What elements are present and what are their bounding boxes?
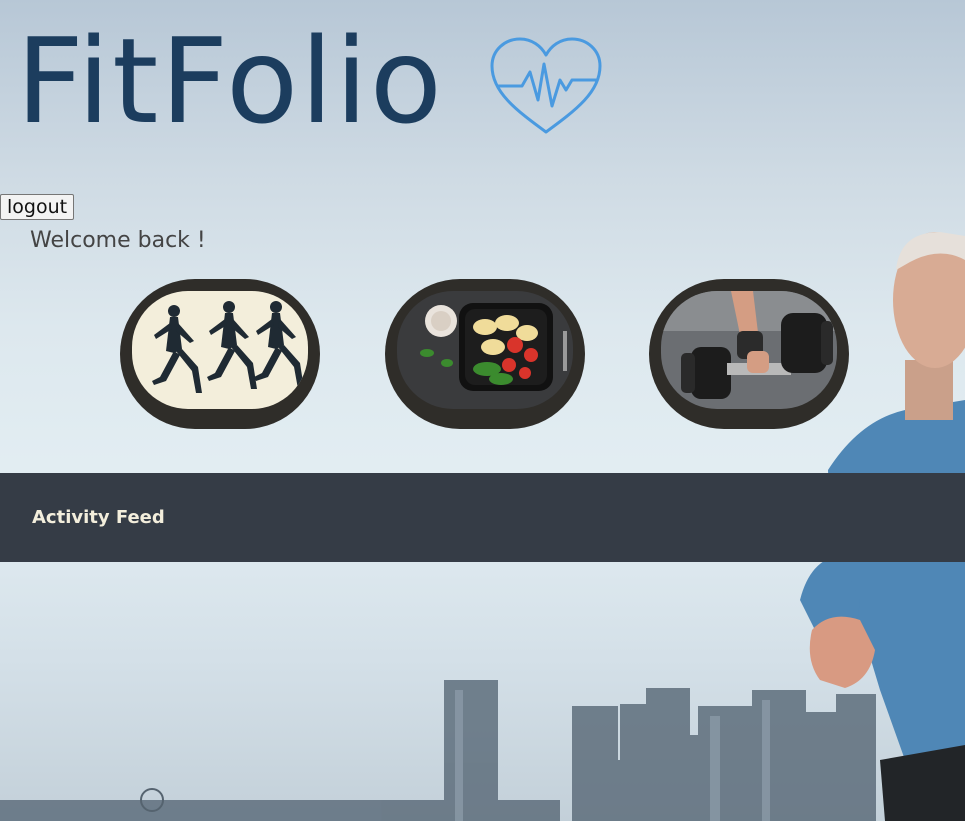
- runners-image: [132, 291, 308, 409]
- activity-feed-bar: Activity Feed: [0, 473, 965, 562]
- tile-running[interactable]: [120, 279, 320, 429]
- welcome-message: Welcome back !: [30, 228, 206, 253]
- tile-nutrition[interactable]: [385, 279, 585, 429]
- dumbbell-image: [661, 291, 837, 409]
- app-title: FitFolio: [16, 12, 444, 150]
- logout-button[interactable]: logout: [0, 194, 75, 220]
- heart-pulse-icon: [490, 37, 602, 134]
- activity-feed-title[interactable]: Activity Feed: [32, 507, 165, 528]
- meal-bowl-image: [397, 291, 573, 409]
- tile-strength[interactable]: [649, 279, 849, 429]
